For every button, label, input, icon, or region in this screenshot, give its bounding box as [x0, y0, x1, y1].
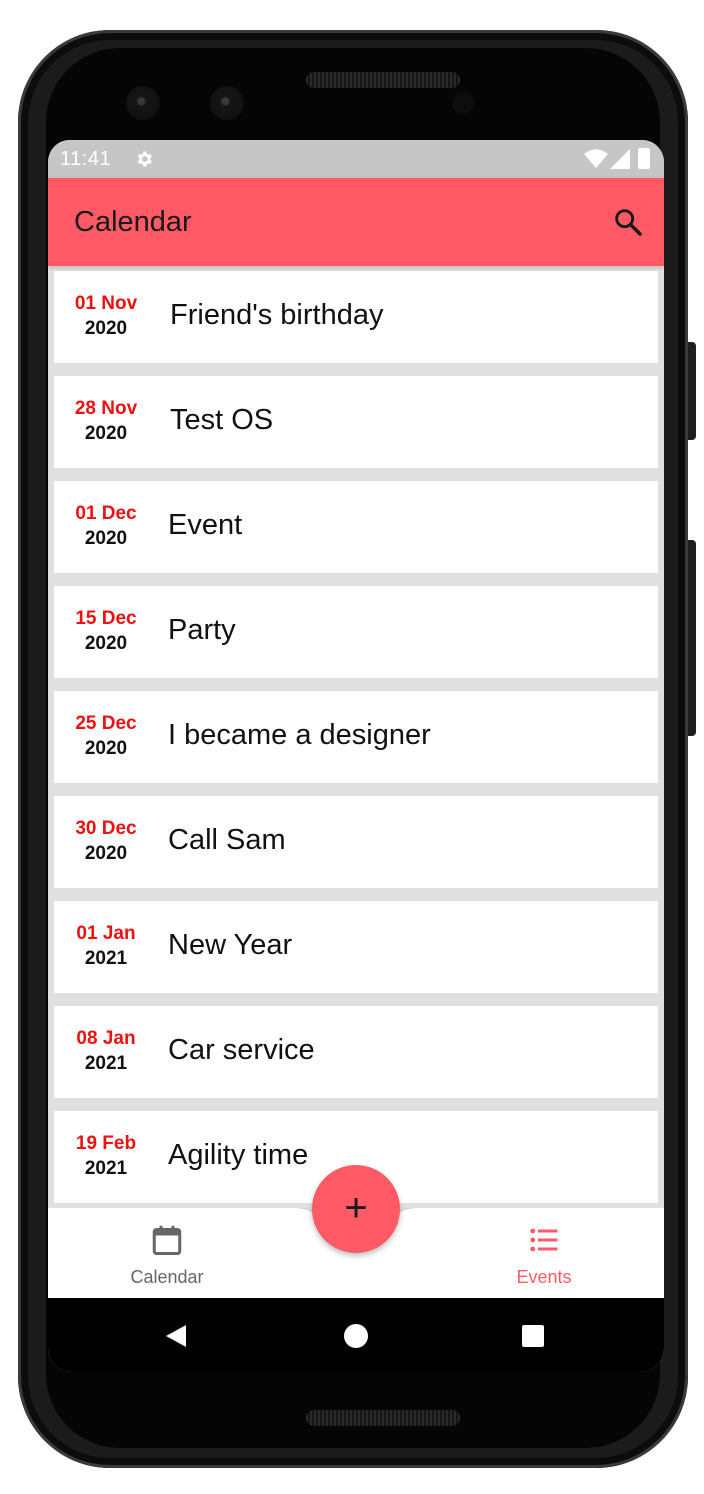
event-date: 28 Nov 2020 — [54, 398, 158, 448]
event-day: 28 Nov — [74, 398, 138, 419]
status-bar: 11:41 — [48, 140, 664, 178]
event-title: New Year — [168, 929, 293, 961]
front-camera-2 — [210, 86, 244, 120]
page-title: Calendar — [74, 206, 192, 238]
event-date: 19 Feb 2021 — [54, 1133, 158, 1183]
earpiece-speaker — [306, 72, 460, 88]
event-date: 01 Jan 2021 — [54, 923, 158, 973]
event-year: 2020 — [84, 738, 128, 759]
event-date: 01 Dec 2020 — [54, 503, 158, 553]
event-day: 30 Dec — [75, 818, 137, 839]
proximity-sensor — [452, 92, 474, 114]
bottom-speaker — [306, 1410, 460, 1426]
event-day: 15 Dec — [75, 608, 137, 629]
event-date: 01 Nov 2020 — [54, 293, 158, 343]
event-day: 01 Nov — [74, 293, 138, 314]
event-title: Agility time — [168, 1139, 309, 1171]
event-date: 08 Jan 2021 — [54, 1028, 158, 1078]
status-time: 11:41 — [60, 148, 112, 170]
recents-icon[interactable] — [522, 1325, 544, 1347]
screen: 11:41 Calendar 01 Nov 2020 Friend's birt… — [48, 140, 664, 1372]
settings-gear-icon — [137, 151, 152, 167]
event-year: 2020 — [84, 528, 128, 549]
event-day: 19 Feb — [75, 1133, 137, 1154]
nav-item-events[interactable]: Events — [484, 1222, 604, 1288]
event-title: Call Sam — [168, 824, 286, 856]
add-event-button[interactable]: + — [312, 1165, 400, 1253]
event-card[interactable]: 30 Dec 2020 Call Sam — [54, 796, 658, 888]
event-title: I became a designer — [168, 719, 431, 751]
battery-icon — [638, 148, 650, 169]
nav-label-events: Events — [516, 1267, 572, 1287]
event-card[interactable]: 25 Dec 2020 I became a designer — [54, 691, 658, 783]
event-day: 01 Jan — [76, 923, 136, 944]
event-year: 2020 — [84, 318, 128, 339]
event-year: 2020 — [84, 423, 128, 444]
nav-label-calendar: Calendar — [130, 1267, 204, 1287]
search-button[interactable] — [612, 206, 644, 238]
volume-button — [688, 540, 696, 736]
event-date: 15 Dec 2020 — [54, 608, 158, 658]
calendar-icon — [152, 1225, 182, 1255]
home-icon[interactable] — [344, 1324, 368, 1348]
front-camera-1 — [126, 86, 160, 120]
event-year: 2021 — [84, 1158, 128, 1179]
list-icon — [530, 1228, 558, 1252]
event-title: Event — [168, 509, 243, 541]
event-year: 2020 — [84, 843, 128, 864]
event-year: 2021 — [84, 1053, 128, 1074]
event-year: 2021 — [84, 948, 128, 969]
nav-item-calendar[interactable]: Calendar — [107, 1222, 227, 1288]
add-icon: + — [344, 1186, 368, 1230]
event-date: 25 Dec 2020 — [54, 713, 158, 763]
search-icon — [615, 209, 642, 236]
event-year: 2020 — [84, 633, 128, 654]
event-card[interactable]: 01 Jan 2021 New Year — [54, 901, 658, 993]
event-card[interactable]: 01 Dec 2020 Event — [54, 481, 658, 573]
event-title: Car service — [168, 1034, 315, 1066]
back-icon[interactable] — [164, 1324, 188, 1348]
app-bar: Calendar — [48, 178, 664, 266]
system-navigation-bar — [48, 1298, 664, 1372]
event-title: Friend's birthday — [170, 299, 384, 331]
event-title: Party — [168, 614, 236, 646]
wifi-icon — [584, 149, 608, 168]
event-date: 30 Dec 2020 — [54, 818, 158, 868]
event-card[interactable]: 01 Nov 2020 Friend's birthday — [54, 271, 658, 363]
event-day: 01 Dec — [75, 503, 137, 524]
event-title: Test OS — [170, 404, 274, 436]
event-day: 25 Dec — [75, 713, 137, 734]
event-card[interactable]: 08 Jan 2021 Car service — [54, 1006, 658, 1098]
event-card[interactable]: 28 Nov 2020 Test OS — [54, 376, 658, 468]
event-card[interactable]: 15 Dec 2020 Party — [54, 586, 658, 678]
signal-icon — [610, 149, 630, 169]
event-day: 08 Jan — [76, 1028, 136, 1049]
power-button — [688, 342, 696, 440]
